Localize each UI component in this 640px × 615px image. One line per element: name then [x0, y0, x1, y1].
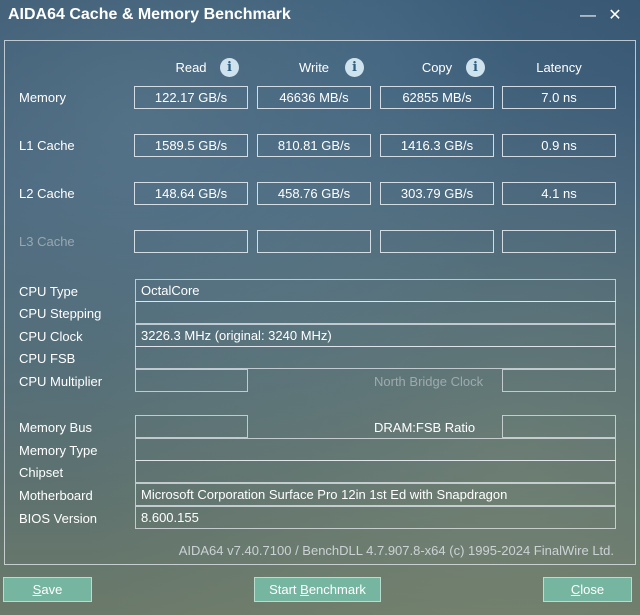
l1-read-value: 1589.5 GB/s	[134, 134, 248, 157]
cpu-fsb-label: CPU FSB	[19, 351, 76, 366]
start-benchmark-button[interactable]: Start Benchmark	[254, 577, 381, 602]
chipset-label: Chipset	[19, 465, 64, 480]
l2-latency-value: 4.1 ns	[502, 182, 616, 205]
motherboard-label: Motherboard	[19, 488, 93, 503]
memory-type-label: Memory Type	[19, 443, 98, 458]
bios-version-field: 8.600.155	[135, 506, 616, 529]
motherboard-field: Microsoft Corporation Surface Pro 12in 1…	[135, 483, 616, 506]
l1-latency-value: 0.9 ns	[502, 134, 616, 157]
chipset-field	[135, 460, 616, 483]
minimize-icon[interactable]: —	[578, 6, 598, 26]
memory-bus-field	[135, 415, 248, 438]
cpu-type-field: OctalCore	[135, 279, 616, 302]
column-latency: Latency	[536, 60, 582, 75]
cpu-multiplier-field	[135, 369, 248, 392]
info-icon[interactable]: i	[345, 58, 364, 77]
cpu-fsb-field	[135, 346, 616, 369]
info-icon[interactable]: i	[220, 58, 239, 77]
l3-latency-value	[502, 230, 616, 253]
dram-fsb-ratio-field	[502, 415, 616, 438]
memory-copy-value: 62855 MB/s	[380, 86, 494, 109]
start-label-pre: Start	[269, 582, 301, 597]
row-label-memory: Memory	[19, 90, 66, 105]
cpu-clock-field: 3226.3 MHz (original: 3240 MHz)	[135, 324, 616, 347]
l3-read-value	[134, 230, 248, 253]
row-label-l2-cache: L2 Cache	[19, 186, 75, 201]
row-label-l3-cache: L3 Cache	[19, 234, 75, 249]
l1-write-value: 810.81 GB/s	[257, 134, 371, 157]
save-label-post: ave	[41, 582, 63, 597]
memory-type-field	[135, 438, 616, 461]
bios-version-label: BIOS Version	[19, 511, 98, 526]
row-label-l1-cache: L1 Cache	[19, 138, 75, 153]
window-title: AIDA64 Cache & Memory Benchmark	[8, 6, 291, 23]
close-button[interactable]: Close	[543, 577, 632, 602]
north-bridge-clock-label: North Bridge Clock	[374, 374, 484, 389]
memory-bus-label: Memory Bus	[19, 420, 92, 435]
close-icon[interactable]: ✕	[605, 6, 625, 26]
close-label-key: C	[570, 582, 581, 597]
cpu-multiplier-label: CPU Multiplier	[19, 374, 103, 389]
cpu-type-label: CPU Type	[19, 284, 79, 299]
start-label-post: enchmark	[308, 582, 366, 597]
l2-write-value: 458.76 GB/s	[257, 182, 371, 205]
memory-latency-value: 7.0 ns	[502, 86, 616, 109]
memory-write-value: 46636 MB/s	[257, 86, 371, 109]
info-icon[interactable]: i	[466, 58, 485, 77]
start-label-key: B	[300, 582, 309, 597]
cpu-clock-label: CPU Clock	[19, 329, 83, 344]
l3-copy-value	[380, 230, 494, 253]
l1-copy-value: 1416.3 GB/s	[380, 134, 494, 157]
version-footer: AIDA64 v7.40.7100 / BenchDLL 4.7.907.8-x…	[178, 543, 614, 558]
benchmark-window: AIDA64 Cache & Memory Benchmark — ✕ Read…	[0, 0, 640, 615]
north-bridge-clock-field	[502, 369, 616, 392]
memory-read-value: 122.17 GB/s	[134, 86, 248, 109]
dram-fsb-ratio-label: DRAM:FSB Ratio	[374, 420, 476, 435]
cpu-stepping-label: CPU Stepping	[19, 306, 102, 321]
l2-copy-value: 303.79 GB/s	[380, 182, 494, 205]
save-button[interactable]: Save	[3, 577, 92, 602]
l3-write-value	[257, 230, 371, 253]
l2-read-value: 148.64 GB/s	[134, 182, 248, 205]
cpu-stepping-field	[135, 301, 616, 324]
close-label-post: lose	[580, 582, 605, 597]
